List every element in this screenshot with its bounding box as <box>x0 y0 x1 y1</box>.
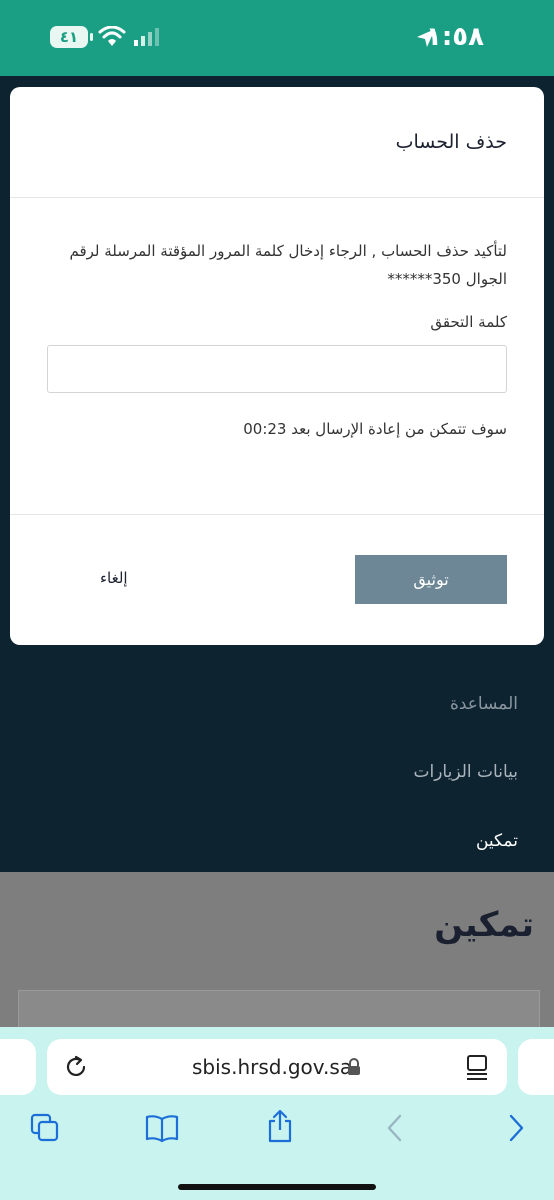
url-text[interactable]: sbis.hrsd.gov.sa <box>192 1055 352 1079</box>
status-time: ١:٥٨ <box>425 22 484 52</box>
page-title: تمكين <box>434 905 534 945</box>
battery-icon: ٤١ <box>50 26 93 48</box>
browser-toolbar: sbis.hrsd.gov.sa <box>0 1027 554 1200</box>
status-bar: ٤١ ١:٥٨ <box>0 0 554 76</box>
wifi-icon <box>98 26 126 46</box>
modal-message: لتأكيد حذف الحساب , الرجاء إدخال كلمة ال… <box>69 242 508 288</box>
address-bar[interactable]: sbis.hrsd.gov.sa <box>47 1039 507 1095</box>
home-indicator <box>178 1184 376 1190</box>
confirm-button[interactable]: توثيق <box>355 555 507 604</box>
reload-icon[interactable] <box>63 1054 89 1080</box>
cancel-button[interactable]: إلغاء <box>100 569 128 587</box>
delete-account-modal: حذف الحساب لتأكيد حذف الحساب , الرجاء إد… <box>10 87 544 645</box>
previous-tab-preview[interactable] <box>0 1039 36 1095</box>
modal-header-divider <box>10 197 544 198</box>
nav-item-tamkeen[interactable]: تمكين <box>476 831 518 851</box>
page-menu-icon[interactable] <box>465 1054 489 1080</box>
verification-code-label: كلمة التحقق <box>430 313 507 331</box>
next-tab-preview[interactable] <box>518 1039 554 1095</box>
resend-countdown: سوف تتمكن من إعادة الإرسال بعد 00:23 <box>243 420 507 438</box>
nav-item-help[interactable]: المساعدة <box>450 694 518 714</box>
signal-icon <box>134 28 159 46</box>
lock-icon <box>348 1058 360 1075</box>
bookmarks-icon[interactable] <box>145 1113 179 1143</box>
modal-title: حذف الحساب <box>395 131 507 153</box>
share-icon[interactable] <box>265 1109 295 1143</box>
modal-footer-divider <box>10 514 544 515</box>
nav-item-visits[interactable]: بيانات الزيارات <box>414 762 519 782</box>
verification-code-input[interactable] <box>47 345 507 393</box>
forward-icon[interactable] <box>506 1113 526 1143</box>
tabs-icon[interactable] <box>30 1113 60 1143</box>
back-icon[interactable] <box>385 1113 405 1143</box>
